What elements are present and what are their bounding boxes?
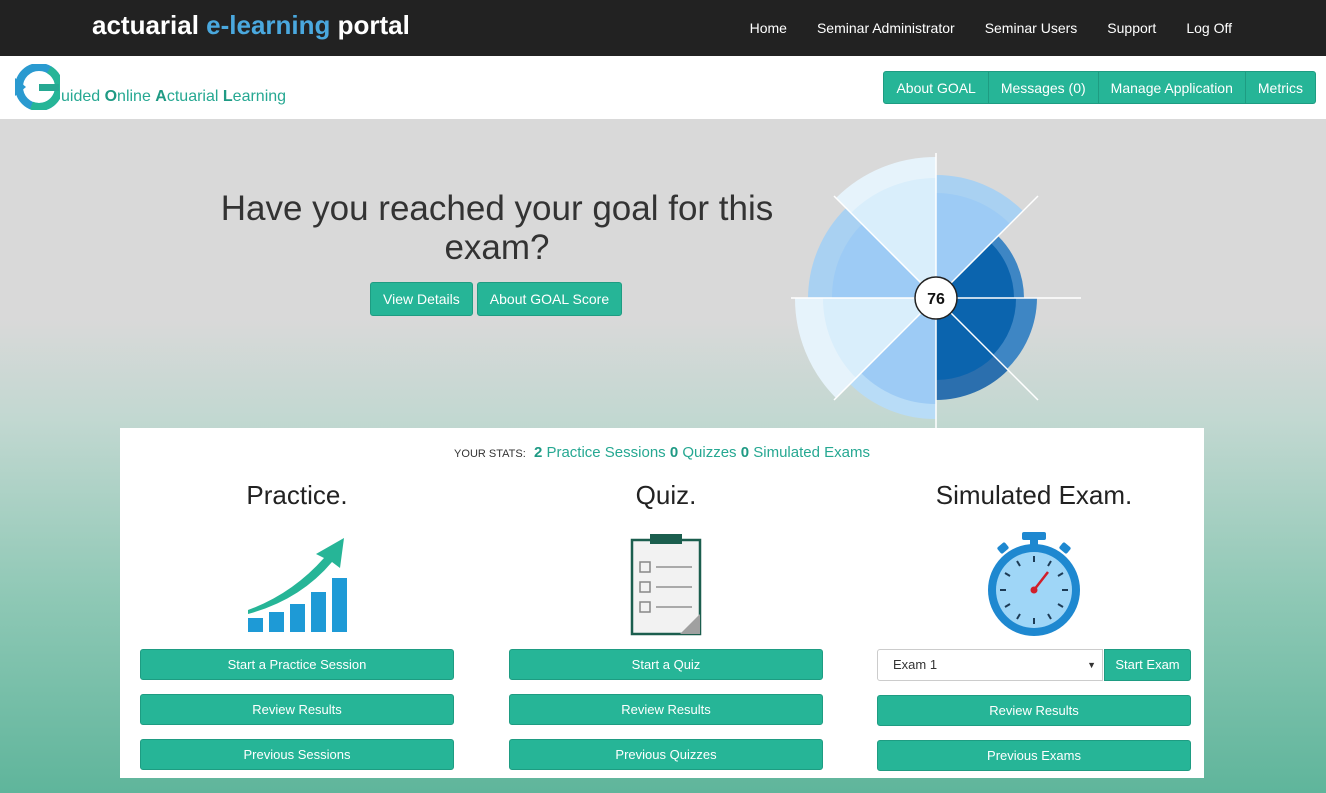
clipboard-icon xyxy=(630,534,702,636)
sub-header: uided Online Actuarial Learning About GO… xyxy=(0,56,1326,119)
practice-review-results-button[interactable]: Review Results xyxy=(140,694,454,725)
logo-text: uided Online Actuarial Learning xyxy=(61,88,286,106)
quiz-count: 0 xyxy=(669,444,679,461)
goal-score-rose-chart: 76 xyxy=(791,153,1081,441)
practice-column: Practice. Start a Practice Session Revie… xyxy=(140,480,454,770)
stats-card: YOUR STATS: 2 Practice Sessions 0 Quizze… xyxy=(120,428,1204,778)
quiz-count-label: Quizzes xyxy=(682,444,737,461)
logo-word-2: Online xyxy=(104,88,156,105)
messages-button[interactable]: Messages (0) xyxy=(988,71,1099,104)
growth-chart-icon xyxy=(248,538,347,632)
previous-exams-button[interactable]: Previous Exams xyxy=(877,740,1191,771)
about-goal-button[interactable]: About GOAL xyxy=(883,71,989,104)
practice-count-label: Practice Sessions xyxy=(546,444,666,461)
exam-select[interactable]: Exam 1 ▼ xyxy=(877,649,1103,681)
quiz-review-results-button[interactable]: Review Results xyxy=(509,694,823,725)
exam-review-results-button[interactable]: Review Results xyxy=(877,695,1191,726)
top-nav-links: Home Seminar Administrator Seminar Users… xyxy=(720,0,1232,56)
score-value: 76 xyxy=(927,291,945,308)
exam-count-label: Simulated Exams xyxy=(753,444,870,461)
hero-title: Have you reached your goal for this exam… xyxy=(220,189,774,267)
stats-label: YOUR STATS: xyxy=(454,448,526,460)
start-exam-button[interactable]: Start Exam xyxy=(1104,649,1191,681)
logo-word-4: Learning xyxy=(222,88,287,105)
brand-suffix: portal xyxy=(330,10,410,40)
quiz-column: Quiz. Start a Quiz Review Results Previo… xyxy=(509,480,823,770)
practice-count: 2 xyxy=(533,444,543,461)
top-navbar: actuarial e-learning portal Home Seminar… xyxy=(0,0,1326,56)
exam-count: 0 xyxy=(740,444,750,461)
logo-word-3: Actuarial xyxy=(155,88,223,105)
manage-application-button[interactable]: Manage Application xyxy=(1098,71,1246,104)
nav-support[interactable]: Support xyxy=(1107,20,1156,36)
brand-title[interactable]: actuarial e-learning portal xyxy=(92,10,410,41)
logo-word-1: uided xyxy=(61,88,105,105)
about-goal-score-button[interactable]: About GOAL Score xyxy=(476,282,623,316)
practice-title: Practice. xyxy=(246,480,348,510)
exam-title: Simulated Exam. xyxy=(935,480,1133,510)
exam-select-row: Exam 1 ▼ Start Exam xyxy=(877,649,1191,681)
start-practice-button[interactable]: Start a Practice Session xyxy=(140,649,454,680)
your-stats: YOUR STATS: 2 Practice Sessions 0 Quizze… xyxy=(120,444,1204,461)
chevron-down-icon: ▼ xyxy=(1087,660,1096,670)
exam-select-value: Exam 1 xyxy=(893,657,938,672)
nav-home[interactable]: Home xyxy=(750,20,787,36)
view-details-button[interactable]: View Details xyxy=(370,282,473,316)
brand-prefix: actuarial xyxy=(92,10,207,40)
previous-sessions-button[interactable]: Previous Sessions xyxy=(140,739,454,770)
quiz-title: Quiz. xyxy=(635,480,697,510)
sub-nav-buttons: About GOAL Messages (0) Manage Applicati… xyxy=(883,71,1316,104)
metrics-button[interactable]: Metrics xyxy=(1245,71,1316,104)
stopwatch-icon xyxy=(988,532,1080,636)
brand-accent: e-learning xyxy=(206,10,331,40)
goal-logo-icon[interactable] xyxy=(14,64,60,110)
hero-buttons: View Details About GOAL Score xyxy=(370,282,623,316)
nav-log-off[interactable]: Log Off xyxy=(1186,20,1232,36)
start-quiz-button[interactable]: Start a Quiz xyxy=(509,649,823,680)
previous-quizzes-button[interactable]: Previous Quizzes xyxy=(509,739,823,770)
nav-seminar-administrator[interactable]: Seminar Administrator xyxy=(817,20,955,36)
nav-seminar-users[interactable]: Seminar Users xyxy=(985,20,1078,36)
exam-column: Simulated Exam. Exam 1 ▼ Start Exam Revi… xyxy=(877,480,1191,771)
